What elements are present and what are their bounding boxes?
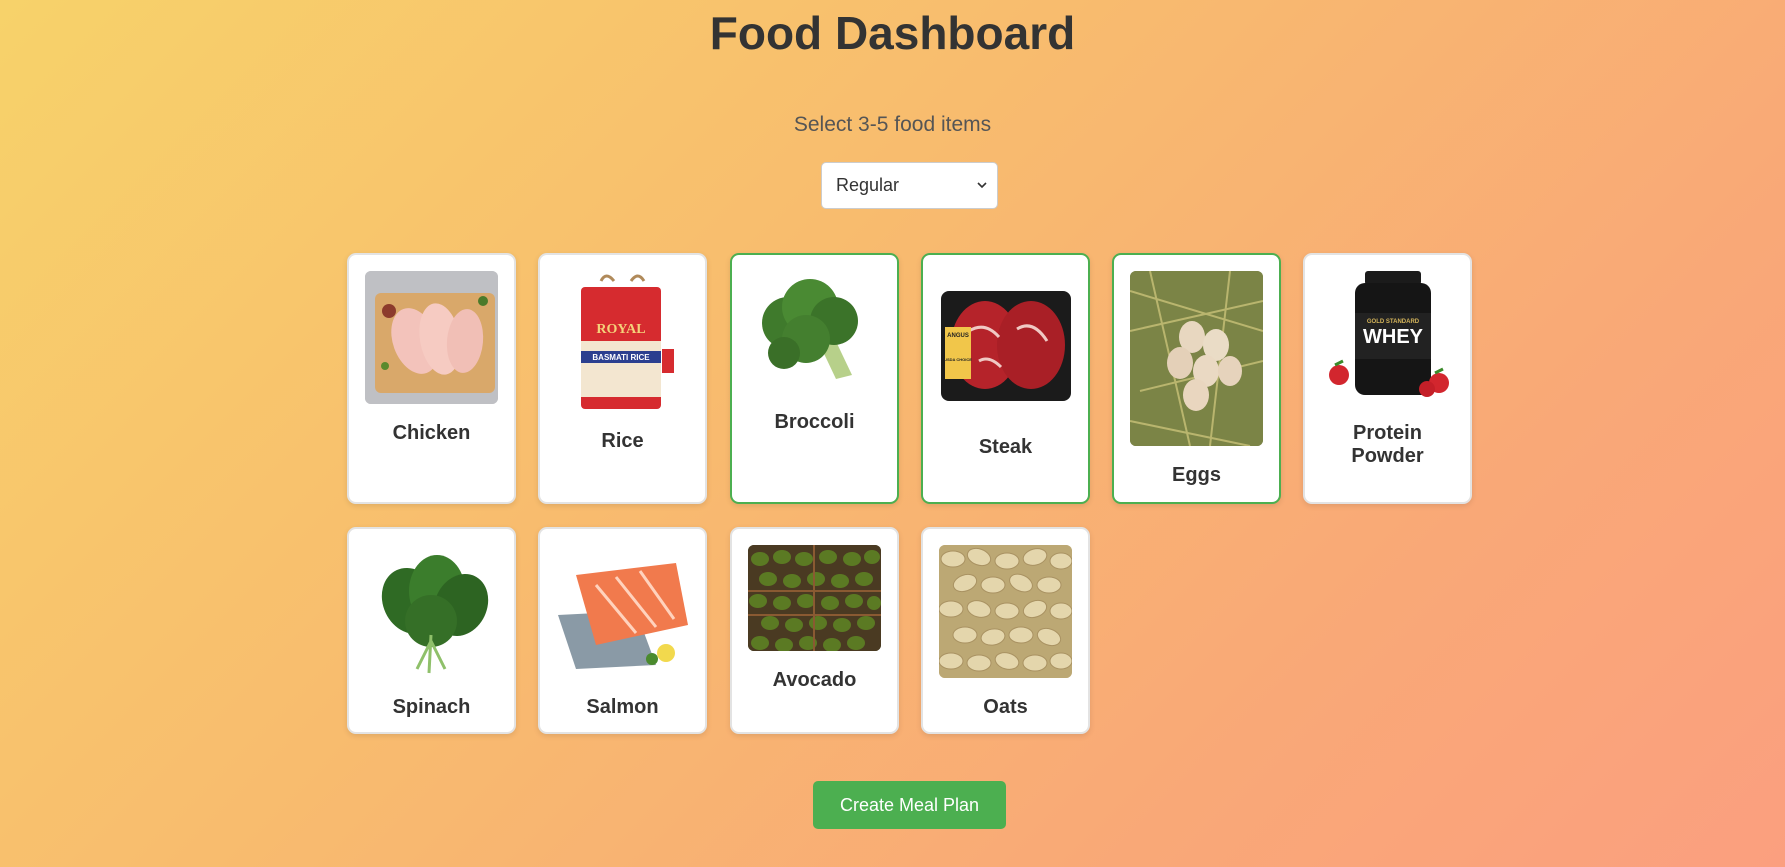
- food-label: Oats: [983, 696, 1028, 718]
- eggs-image: [1130, 271, 1263, 446]
- food-label: Chicken: [392, 422, 471, 444]
- food-card-avocado[interactable]: Avocado: [730, 527, 899, 734]
- protein-powder-image: GOLD STANDARD WHEY: [1321, 271, 1454, 404]
- subtitle: Select 3-5 food items: [793, 113, 992, 136]
- create-meal-plan-button[interactable]: Create Meal Plan: [813, 781, 1006, 829]
- food-label: Protein Powder: [1305, 422, 1470, 468]
- rice-image: ROYAL BASMATI RICE: [556, 271, 689, 414]
- avocado-image: [748, 545, 881, 651]
- food-label: Eggs: [1172, 464, 1221, 486]
- food-card-rice[interactable]: ROYAL BASMATI RICE Rice: [538, 253, 707, 504]
- food-card-broccoli[interactable]: Broccoli: [730, 253, 899, 504]
- food-card-salmon[interactable]: Salmon: [538, 527, 707, 734]
- salmon-image: [556, 545, 689, 678]
- food-label-line: Protein: [1353, 422, 1422, 444]
- page-title: Food Dashboard: [709, 7, 1076, 59]
- food-card-protein-powder[interactable]: GOLD STANDARD WHEY Protein Powder: [1303, 253, 1472, 504]
- rice-bag-brand: ROYAL: [596, 322, 645, 337]
- food-label-line: Powder: [1351, 445, 1424, 467]
- food-label: Salmon: [586, 696, 659, 718]
- chevron-down-icon: [977, 182, 987, 189]
- food-card-steak[interactable]: ANGUS USDA CHOICE Steak: [921, 253, 1090, 504]
- food-label: Rice: [601, 430, 644, 452]
- food-card-oats[interactable]: Oats: [921, 527, 1090, 734]
- food-label: Spinach: [392, 696, 471, 718]
- food-card-chicken[interactable]: Chicken: [347, 253, 516, 504]
- food-card-eggs[interactable]: Eggs: [1112, 253, 1281, 504]
- food-label: Avocado: [772, 669, 857, 691]
- spinach-image: [365, 545, 498, 678]
- oats-image: [939, 545, 1072, 678]
- steak-tag-brand: ANGUS: [947, 333, 969, 339]
- rice-bag-product: BASMATI RICE: [592, 353, 650, 362]
- chicken-image: [365, 271, 498, 404]
- food-label: Steak: [978, 436, 1033, 458]
- protein-jar-line: GOLD STANDARD: [1367, 319, 1420, 325]
- diet-select[interactable]: Regular: [821, 162, 998, 209]
- protein-jar-product: WHEY: [1363, 326, 1424, 348]
- steak-tag-grade: USDA CHOICE: [944, 357, 972, 362]
- food-card-spinach[interactable]: Spinach: [347, 527, 516, 734]
- diet-select-value: Regular: [836, 175, 900, 195]
- steak-image: ANGUS USDA CHOICE: [939, 271, 1072, 418]
- broccoli-image: [748, 271, 881, 393]
- food-label: Broccoli: [774, 411, 855, 433]
